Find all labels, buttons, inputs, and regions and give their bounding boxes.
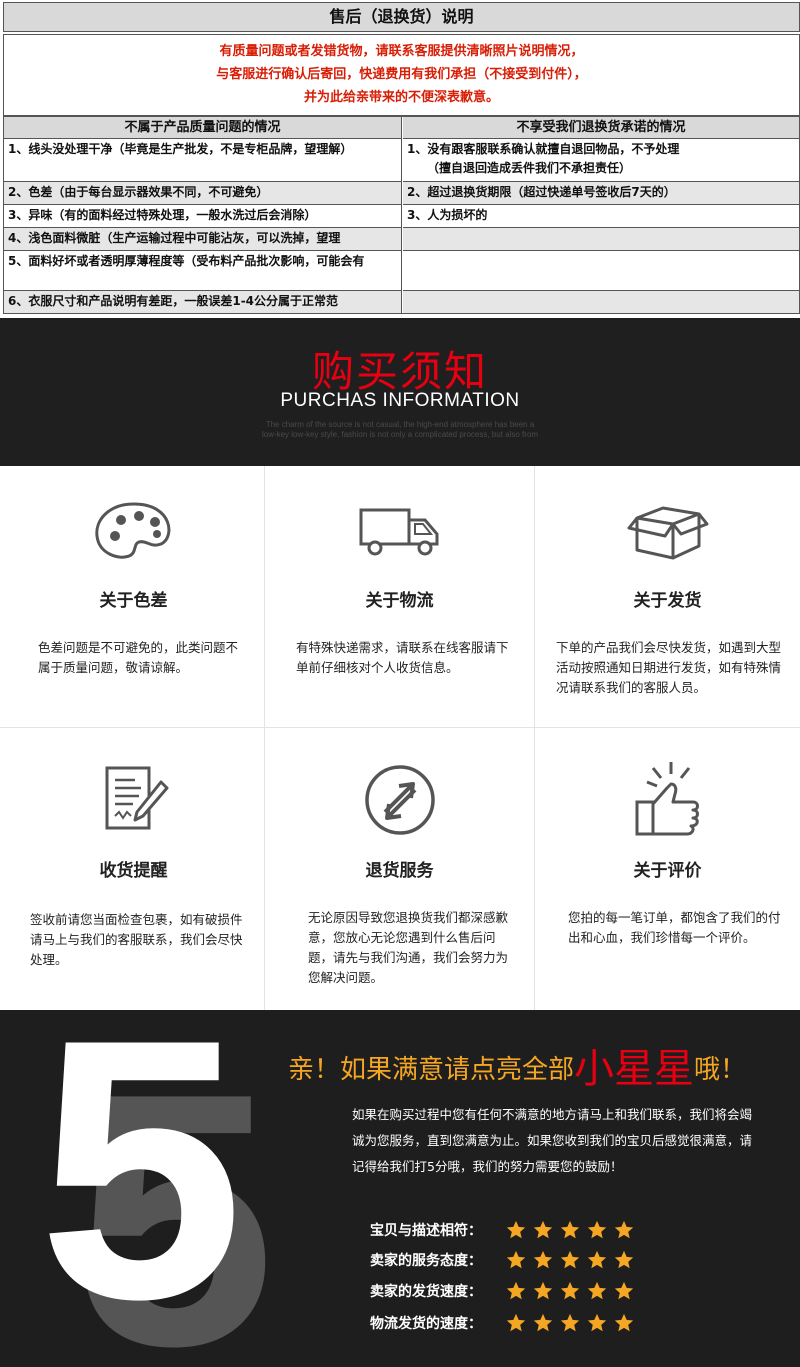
table-row: 4、浅色面料微脏（生产运输过程中可能沾灰，可以洗掉，望理 bbox=[4, 228, 401, 251]
notice-line: 与客服进行确认后寄回，快递费用有我们承担（不接受到付件）， bbox=[216, 67, 587, 82]
after-sales-notice: 有质量问题或者发错货物，请联系客服提供清晰照片说明情况， 与客服进行确认后寄回，… bbox=[4, 35, 799, 109]
star-icon[interactable] bbox=[505, 1219, 527, 1241]
right-column: 不享受我们退换货承诺的情况 1、没有跟客服联系确认就擅自退回物品，不予处理 （擅… bbox=[403, 117, 799, 313]
info-cell-returns: 退货服务 无论原因导致您退换货我们都深感歉意，您放心无论您遇到什么售后问题，请先… bbox=[266, 728, 533, 1000]
row-line: （擅自退回造成丢件我们不承担责任） bbox=[427, 161, 632, 175]
document-sign-icon bbox=[0, 764, 267, 834]
cell-title: 退货服务 bbox=[365, 861, 434, 881]
rating-label: 宝贝与描述相符： bbox=[370, 1223, 482, 1239]
star-rating[interactable] bbox=[505, 1280, 635, 1302]
rating-row: 卖家的服务态度： bbox=[370, 1245, 635, 1275]
after-sales-section: 售后（退换货）说明 有质量问题或者发错货物，请联系客服提供清晰照片说明情况， 与… bbox=[0, 0, 800, 318]
rating-headline: 亲！如果满意请点亮全部小星星哦！ bbox=[288, 1036, 788, 1094]
thumbs-up-icon bbox=[534, 758, 800, 836]
after-sales-table: 不属于产品质量问题的情况 1、线头没处理干净（毕竟是生产批发，不是专柜品牌，望理… bbox=[3, 116, 800, 314]
star-icon[interactable] bbox=[586, 1249, 608, 1271]
big-number: 5 bbox=[38, 1010, 244, 1367]
table-row: 1、线头没处理干净（毕竟是生产批发，不是专柜品牌，望理解） bbox=[4, 139, 401, 182]
table-row bbox=[403, 291, 799, 313]
info-cell-receipt: 收货提醒 签收前请您当面检查包裹，如有破损件请马上与我们的客服联系，我们会尽快处… bbox=[0, 728, 267, 1000]
table-row: 2、色差（由于每台显示器效果不同，不可避免） bbox=[4, 182, 401, 205]
star-icon[interactable] bbox=[586, 1219, 608, 1241]
headline-highlight: 小星星 bbox=[574, 1046, 695, 1092]
star-rating[interactable] bbox=[505, 1219, 635, 1241]
star-icon[interactable] bbox=[586, 1280, 608, 1302]
cell-title: 关于评价 bbox=[633, 861, 702, 881]
table-row bbox=[403, 251, 799, 291]
star-icon[interactable] bbox=[559, 1219, 581, 1241]
cell-title: 收货提醒 bbox=[99, 861, 168, 881]
cell-desc: 下单的产品我们会尽快发货，如遇到大型活动按照通知日期进行发货，如有特殊情况请联系… bbox=[556, 640, 782, 695]
cell-desc: 无论原因导致您退换货我们都深感歉意，您放心无论您遇到什么售后问题，请先与我们沟通… bbox=[308, 910, 509, 985]
box-icon bbox=[534, 496, 800, 566]
table-row: 3、人为损坏的 bbox=[403, 205, 799, 228]
info-grid: 关于色差 色差问题是不可避免的，此类问题不属于质量问题，敬请谅解。 关于物流 有… bbox=[0, 466, 800, 1010]
rating-row: 卖家的发货速度： bbox=[370, 1276, 635, 1306]
star-icon[interactable] bbox=[613, 1219, 635, 1241]
cell-desc: 有特殊快递需求，请联系在线客服请下单前仔细核对个人收货信息。 bbox=[296, 640, 509, 675]
star-icon[interactable] bbox=[532, 1219, 554, 1241]
palette-icon bbox=[0, 496, 267, 566]
star-icon[interactable] bbox=[532, 1280, 554, 1302]
rating-label: 物流发货的速度： bbox=[370, 1316, 482, 1332]
star-rating[interactable] bbox=[505, 1249, 635, 1271]
rating-row: 物流发货的速度： bbox=[370, 1308, 635, 1338]
left-column-header: 不属于产品质量问题的情况 bbox=[4, 117, 401, 139]
cell-desc: 色差问题是不可避免的，此类问题不属于质量问题，敬请谅解。 bbox=[38, 640, 239, 675]
table-row: 3、异味（有的面料经过特殊处理，一般水洗过后会消除） bbox=[4, 205, 401, 228]
rating-row: 宝贝与描述相符： bbox=[370, 1215, 635, 1245]
notice-line: 并为此给亲带来的不便深表歉意。 bbox=[303, 90, 499, 105]
rating-label: 卖家的发货速度： bbox=[370, 1284, 482, 1300]
rating-label: 卖家的服务态度： bbox=[370, 1253, 482, 1269]
star-icon[interactable] bbox=[559, 1280, 581, 1302]
table-row: 1、没有跟客服联系确认就擅自退回物品，不予处理 （擅自退回造成丢件我们不承担责任… bbox=[403, 139, 799, 182]
info-cell-color: 关于色差 色差问题是不可避免的，此类问题不属于质量问题，敬请谅解。 bbox=[0, 466, 267, 738]
star-icon[interactable] bbox=[532, 1249, 554, 1271]
info-cell-logistics: 关于物流 有特殊快递需求，请联系在线客服请下单前仔细核对个人收货信息。 bbox=[266, 466, 533, 738]
star-icon[interactable] bbox=[613, 1312, 635, 1334]
cell-desc: 签收前请您当面检查包裹，如有破损件请马上与我们的客服联系，我们会尽快处理。 bbox=[30, 912, 243, 967]
small-text-line: The charm of the source is not casual, t… bbox=[265, 420, 535, 429]
star-icon[interactable] bbox=[505, 1280, 527, 1302]
row-line: 1、没有跟客服联系确认就擅自退回物品，不予处理 bbox=[407, 142, 680, 156]
table-row: 6、衣服尺寸和产品说明有差距，一般误差1-4公分属于正常范 bbox=[4, 291, 401, 313]
cell-title: 关于色差 bbox=[99, 591, 168, 611]
right-column-header: 不享受我们退换货承诺的情况 bbox=[403, 117, 799, 139]
table-row: 2、超过退换货期限（超过快递单号签收后7天的） bbox=[403, 182, 799, 205]
notice-line: 有质量问题或者发错货物，请联系客服提供清晰照片说明情况， bbox=[219, 44, 584, 59]
table-row bbox=[403, 228, 799, 251]
cell-title: 关于发货 bbox=[633, 591, 702, 611]
after-sales-title: 售后（退换货）说明 bbox=[3, 2, 800, 32]
banner-subtitle: PURCHAS INFORMATION bbox=[280, 390, 520, 411]
purchase-info-banner: 购买须知 PURCHAS INFORMATION The charm of th… bbox=[0, 318, 800, 466]
banner-small-text: The charm of the source is not casual, t… bbox=[200, 420, 600, 440]
left-column: 不属于产品质量问题的情况 1、线头没处理干净（毕竟是生产批发，不是专柜品牌，望理… bbox=[4, 117, 402, 313]
star-icon[interactable] bbox=[613, 1249, 635, 1271]
star-rating[interactable] bbox=[505, 1312, 635, 1334]
star-icon[interactable] bbox=[559, 1249, 581, 1271]
headline-suffix: 哦！ bbox=[694, 1055, 747, 1085]
rating-paragraph: 如果在购买过程中您有任何不满意的地方请马上和我们联系，我们将会竭诚为您服务，直到… bbox=[352, 1107, 753, 1174]
cell-desc: 您拍的每一笔订单，都饱含了我们的付出和心血，我们珍惜每一个评价。 bbox=[568, 910, 781, 945]
small-text-line: low-key low-key style, fashion is not on… bbox=[261, 430, 539, 439]
star-icon[interactable] bbox=[505, 1312, 527, 1334]
cell-title: 关于物流 bbox=[365, 591, 434, 611]
return-arrows-icon bbox=[266, 762, 533, 835]
headline-prefix: 亲！如果满意请点亮全部 bbox=[288, 1055, 575, 1085]
star-icon[interactable] bbox=[559, 1312, 581, 1334]
star-icon[interactable] bbox=[505, 1249, 527, 1271]
table-row: 5、面料好坏或者透明厚薄程度等（受布料产品批次影响，可能会有 bbox=[4, 251, 401, 291]
star-icon[interactable] bbox=[532, 1312, 554, 1334]
star-icon[interactable] bbox=[586, 1312, 608, 1334]
after-sales-notice-box: 有质量问题或者发错货物，请联系客服提供清晰照片说明情况， 与客服进行确认后寄回，… bbox=[3, 34, 800, 116]
info-cell-review: 关于评价 您拍的每一笔订单，都饱含了我们的付出和心血，我们珍惜每一个评价。 bbox=[534, 728, 800, 1000]
star-icon[interactable] bbox=[613, 1280, 635, 1302]
truck-icon bbox=[266, 496, 533, 566]
info-cell-shipping: 关于发货 下单的产品我们会尽快发货，如遇到大型活动按照通知日期进行发货，如有特殊… bbox=[534, 466, 800, 738]
rating-section: 5 5 亲！如果满意请点亮全部小星星哦！ 如果在购买过程中您有任何不满意的地方请… bbox=[0, 1010, 800, 1367]
